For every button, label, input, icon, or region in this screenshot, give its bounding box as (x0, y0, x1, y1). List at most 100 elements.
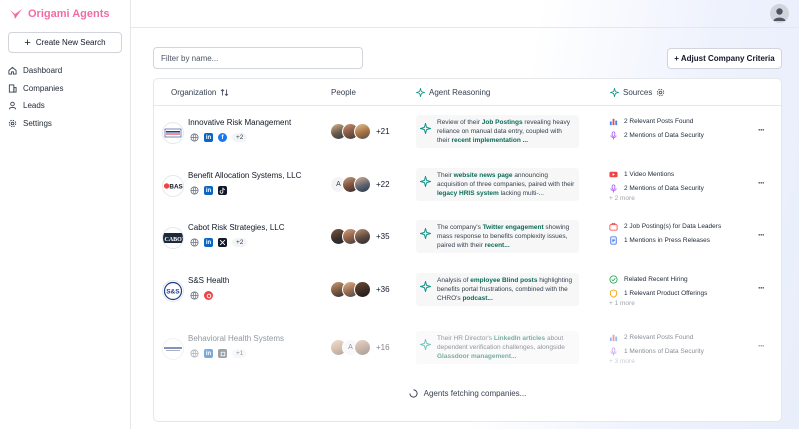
globe-icon[interactable] (190, 349, 199, 358)
agent-reasoning[interactable]: The company's Twitter engagement showing… (416, 220, 579, 253)
source-item[interactable]: 1 Mentions in Press Releases (609, 234, 721, 248)
linkedin-icon[interactable]: in (204, 349, 213, 358)
reasoning-segment: Analysis of (437, 277, 471, 284)
more-sources-link[interactable]: + 1 more (609, 300, 707, 311)
x-twitter-icon[interactable] (218, 238, 227, 247)
agent-reasoning[interactable]: Their website news page announcing acqui… (416, 168, 579, 201)
source-label: 2 Mentions of Data Security (624, 131, 704, 139)
org-links: in (190, 186, 227, 195)
sidebar-item-dashboard[interactable]: Dashboard (8, 62, 63, 80)
sidebar-item-companies[interactable]: Companies (8, 80, 63, 98)
create-new-search-button[interactable]: + Create New Search (8, 32, 122, 53)
people-count: +21 (376, 127, 390, 136)
linkedin-icon[interactable]: in (204, 133, 213, 142)
org-name[interactable]: Cabot Risk Strategies, LLC (188, 223, 285, 232)
people-avatars[interactable]: +36 (330, 281, 390, 298)
sidebar-item-settings[interactable]: Settings (8, 115, 63, 133)
plus-icon: + (24, 36, 31, 49)
reasoning-highlight: Twitter engagement (482, 224, 544, 231)
sort-icon[interactable] (220, 88, 229, 97)
app-name: Origami Agents (28, 8, 110, 20)
reasoning-text: Analysis of employee Blind posts highlig… (437, 276, 576, 303)
document-icon (609, 236, 618, 245)
row-menu-button[interactable]: ··· (758, 230, 765, 240)
loading-text: Agents fetching companies... (423, 389, 527, 398)
table-row[interactable]: CABOT Cabot Risk Strategies, LLC in +2 +… (154, 216, 781, 268)
source-item[interactable]: 1 Relevant Product Offerings (609, 287, 707, 301)
more-sources-link[interactable]: + 2 more (609, 195, 704, 206)
row-menu-button[interactable]: ··· (758, 341, 765, 351)
linkedin-icon[interactable]: in (204, 186, 213, 195)
org-name[interactable]: Innovative Risk Management (188, 118, 291, 127)
avatar (354, 123, 371, 140)
reasoning-segment: lacking multi-... (498, 190, 544, 197)
table-row[interactable]: Behavioral Health Systems in +1 A +16 Th… (154, 327, 781, 379)
row-menu-button[interactable]: ··· (758, 125, 765, 135)
bar-chart-icon (609, 117, 618, 126)
column-label: People (331, 88, 356, 97)
user-avatar-icon (773, 8, 786, 21)
app-logo[interactable]: Origami Agents (9, 8, 110, 20)
filter-input[interactable] (153, 47, 363, 69)
globe-icon[interactable] (190, 186, 199, 195)
globe-icon[interactable] (190, 291, 199, 300)
agent-reasoning[interactable]: Analysis of employee Blind posts highlig… (416, 273, 579, 306)
source-item[interactable]: 2 Relevant Posts Found (609, 331, 704, 345)
source-item[interactable]: 1 Video Mentions (609, 168, 704, 182)
table-row[interactable]: Innovative Risk Management in f +2 +21 R… (154, 111, 781, 163)
tiktok-icon[interactable] (218, 186, 227, 195)
company-logo: S&S (162, 280, 184, 302)
source-label: 1 Mentions of Data Security (624, 347, 704, 355)
source-item[interactable]: Related Recent Hiring (609, 273, 707, 287)
org-links: in +2 (190, 238, 248, 247)
org-name[interactable]: S&S Health (188, 276, 229, 285)
facebook-icon[interactable]: f (218, 133, 227, 142)
agent-reasoning[interactable]: Review of their Job Postings revealing h… (416, 115, 579, 148)
reasoning-segment: Review of their (437, 119, 482, 126)
more-sources-link[interactable]: + 3 more (609, 358, 704, 369)
table-row[interactable]: BAS Benefit Allocation Systems, LLC in A… (154, 164, 781, 216)
glassdoor-icon[interactable] (218, 349, 227, 358)
ss-health-logo-icon: S&S (163, 281, 183, 301)
source-item[interactable]: 2 Relevant Posts Found (609, 115, 704, 129)
sidebar-item-leads[interactable]: Leads (8, 97, 63, 115)
people-avatars[interactable]: A +16 (330, 339, 390, 356)
column-organization[interactable]: Organization (171, 88, 229, 97)
row-menu-button[interactable]: ··· (758, 178, 765, 188)
globe-icon[interactable] (190, 238, 199, 247)
adjust-company-criteria-button[interactable]: + Adjust Company Criteria (667, 48, 782, 69)
people-avatars[interactable]: +35 (330, 228, 390, 245)
user-avatar[interactable] (770, 4, 789, 23)
more-links-badge[interactable]: +1 (232, 349, 248, 358)
source-item[interactable]: 2 Job Posting(s) for Data Leaders (609, 220, 721, 234)
more-links-badge[interactable]: +2 (232, 133, 248, 142)
source-item[interactable]: 2 Mentions of Data Security (609, 129, 704, 143)
people-avatars[interactable]: +21 (330, 123, 390, 140)
people-avatars[interactable]: A +22 (330, 176, 390, 193)
globe-icon[interactable] (190, 133, 199, 142)
sidebar-item-label: Companies (23, 83, 64, 93)
source-item[interactable]: 2 Mentions of Data Security (609, 182, 704, 196)
people-count: +36 (376, 285, 390, 294)
org-name[interactable]: Behavioral Health Systems (188, 334, 284, 343)
agent-reasoning[interactable]: Their HR Director's LinkedIn articles ab… (416, 331, 579, 364)
gear-icon[interactable] (656, 88, 665, 97)
row-menu-button[interactable]: ··· (758, 283, 765, 293)
gear-icon (8, 119, 17, 127)
yelp-icon[interactable] (204, 291, 213, 300)
table-header: Organization People Agent Reasoning Sour… (154, 79, 781, 106)
reasoning-segment: Their (437, 172, 454, 179)
sparkle-icon (420, 281, 431, 292)
reasoning-highlight: employee Blind posts (470, 277, 538, 284)
reasoning-text: Their website news page announcing acqui… (437, 171, 576, 198)
source-item[interactable]: 1 Mentions of Data Security (609, 345, 704, 359)
table-row[interactable]: S&S S&S Health +36 Analysis of employee … (154, 269, 781, 321)
more-links-badge[interactable]: +2 (232, 238, 248, 247)
sparkle-icon (420, 176, 431, 187)
org-name[interactable]: Benefit Allocation Systems, LLC (188, 171, 301, 180)
linkedin-icon[interactable]: in (204, 238, 213, 247)
reasoning-highlight: podcast... (462, 295, 493, 302)
avatar (354, 228, 371, 245)
avatar (354, 281, 371, 298)
loading-indicator: Agents fetching companies... (154, 389, 781, 398)
